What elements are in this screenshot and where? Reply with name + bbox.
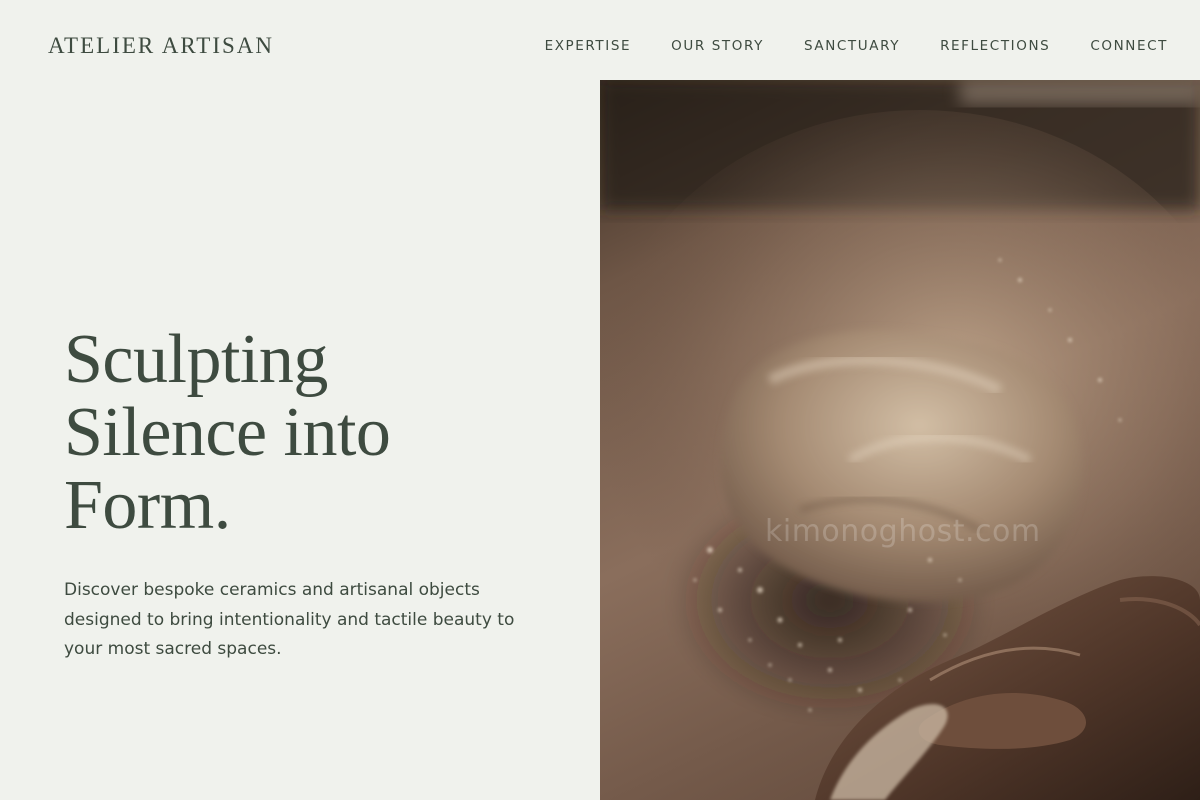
nav-item-reflections[interactable]: REFLECTIONS bbox=[940, 38, 1050, 54]
image-watermark: kimonoghost.com bbox=[765, 514, 1041, 549]
hero-title-line: Silence into bbox=[64, 394, 391, 471]
nav-item-sanctuary[interactable]: SANCTUARY bbox=[804, 38, 900, 54]
site-header: ATELIER ARTISAN EXPERTISE OUR STORY SANC… bbox=[0, 0, 1200, 80]
clay-photo-illustration bbox=[600, 80, 1200, 800]
hero-title: Sculpting Silence into Form. bbox=[64, 323, 544, 542]
hero-image: kimonoghost.com bbox=[600, 80, 1200, 800]
main-nav: EXPERTISE OUR STORY SANCTUARY REFLECTION… bbox=[545, 38, 1168, 54]
brand-logo[interactable]: ATELIER ARTISAN bbox=[48, 33, 274, 59]
hero-section: Sculpting Silence into Form. Discover be… bbox=[64, 323, 544, 665]
nav-item-expertise[interactable]: EXPERTISE bbox=[545, 38, 632, 54]
hero-title-line: Form. bbox=[64, 467, 231, 544]
hero-title-line: Sculpting bbox=[64, 321, 328, 398]
hero-subtitle: Discover bespoke ceramics and artisanal … bbox=[64, 580, 515, 659]
nav-item-our-story[interactable]: OUR STORY bbox=[671, 38, 764, 54]
nav-item-connect[interactable]: CONNECT bbox=[1090, 38, 1168, 54]
